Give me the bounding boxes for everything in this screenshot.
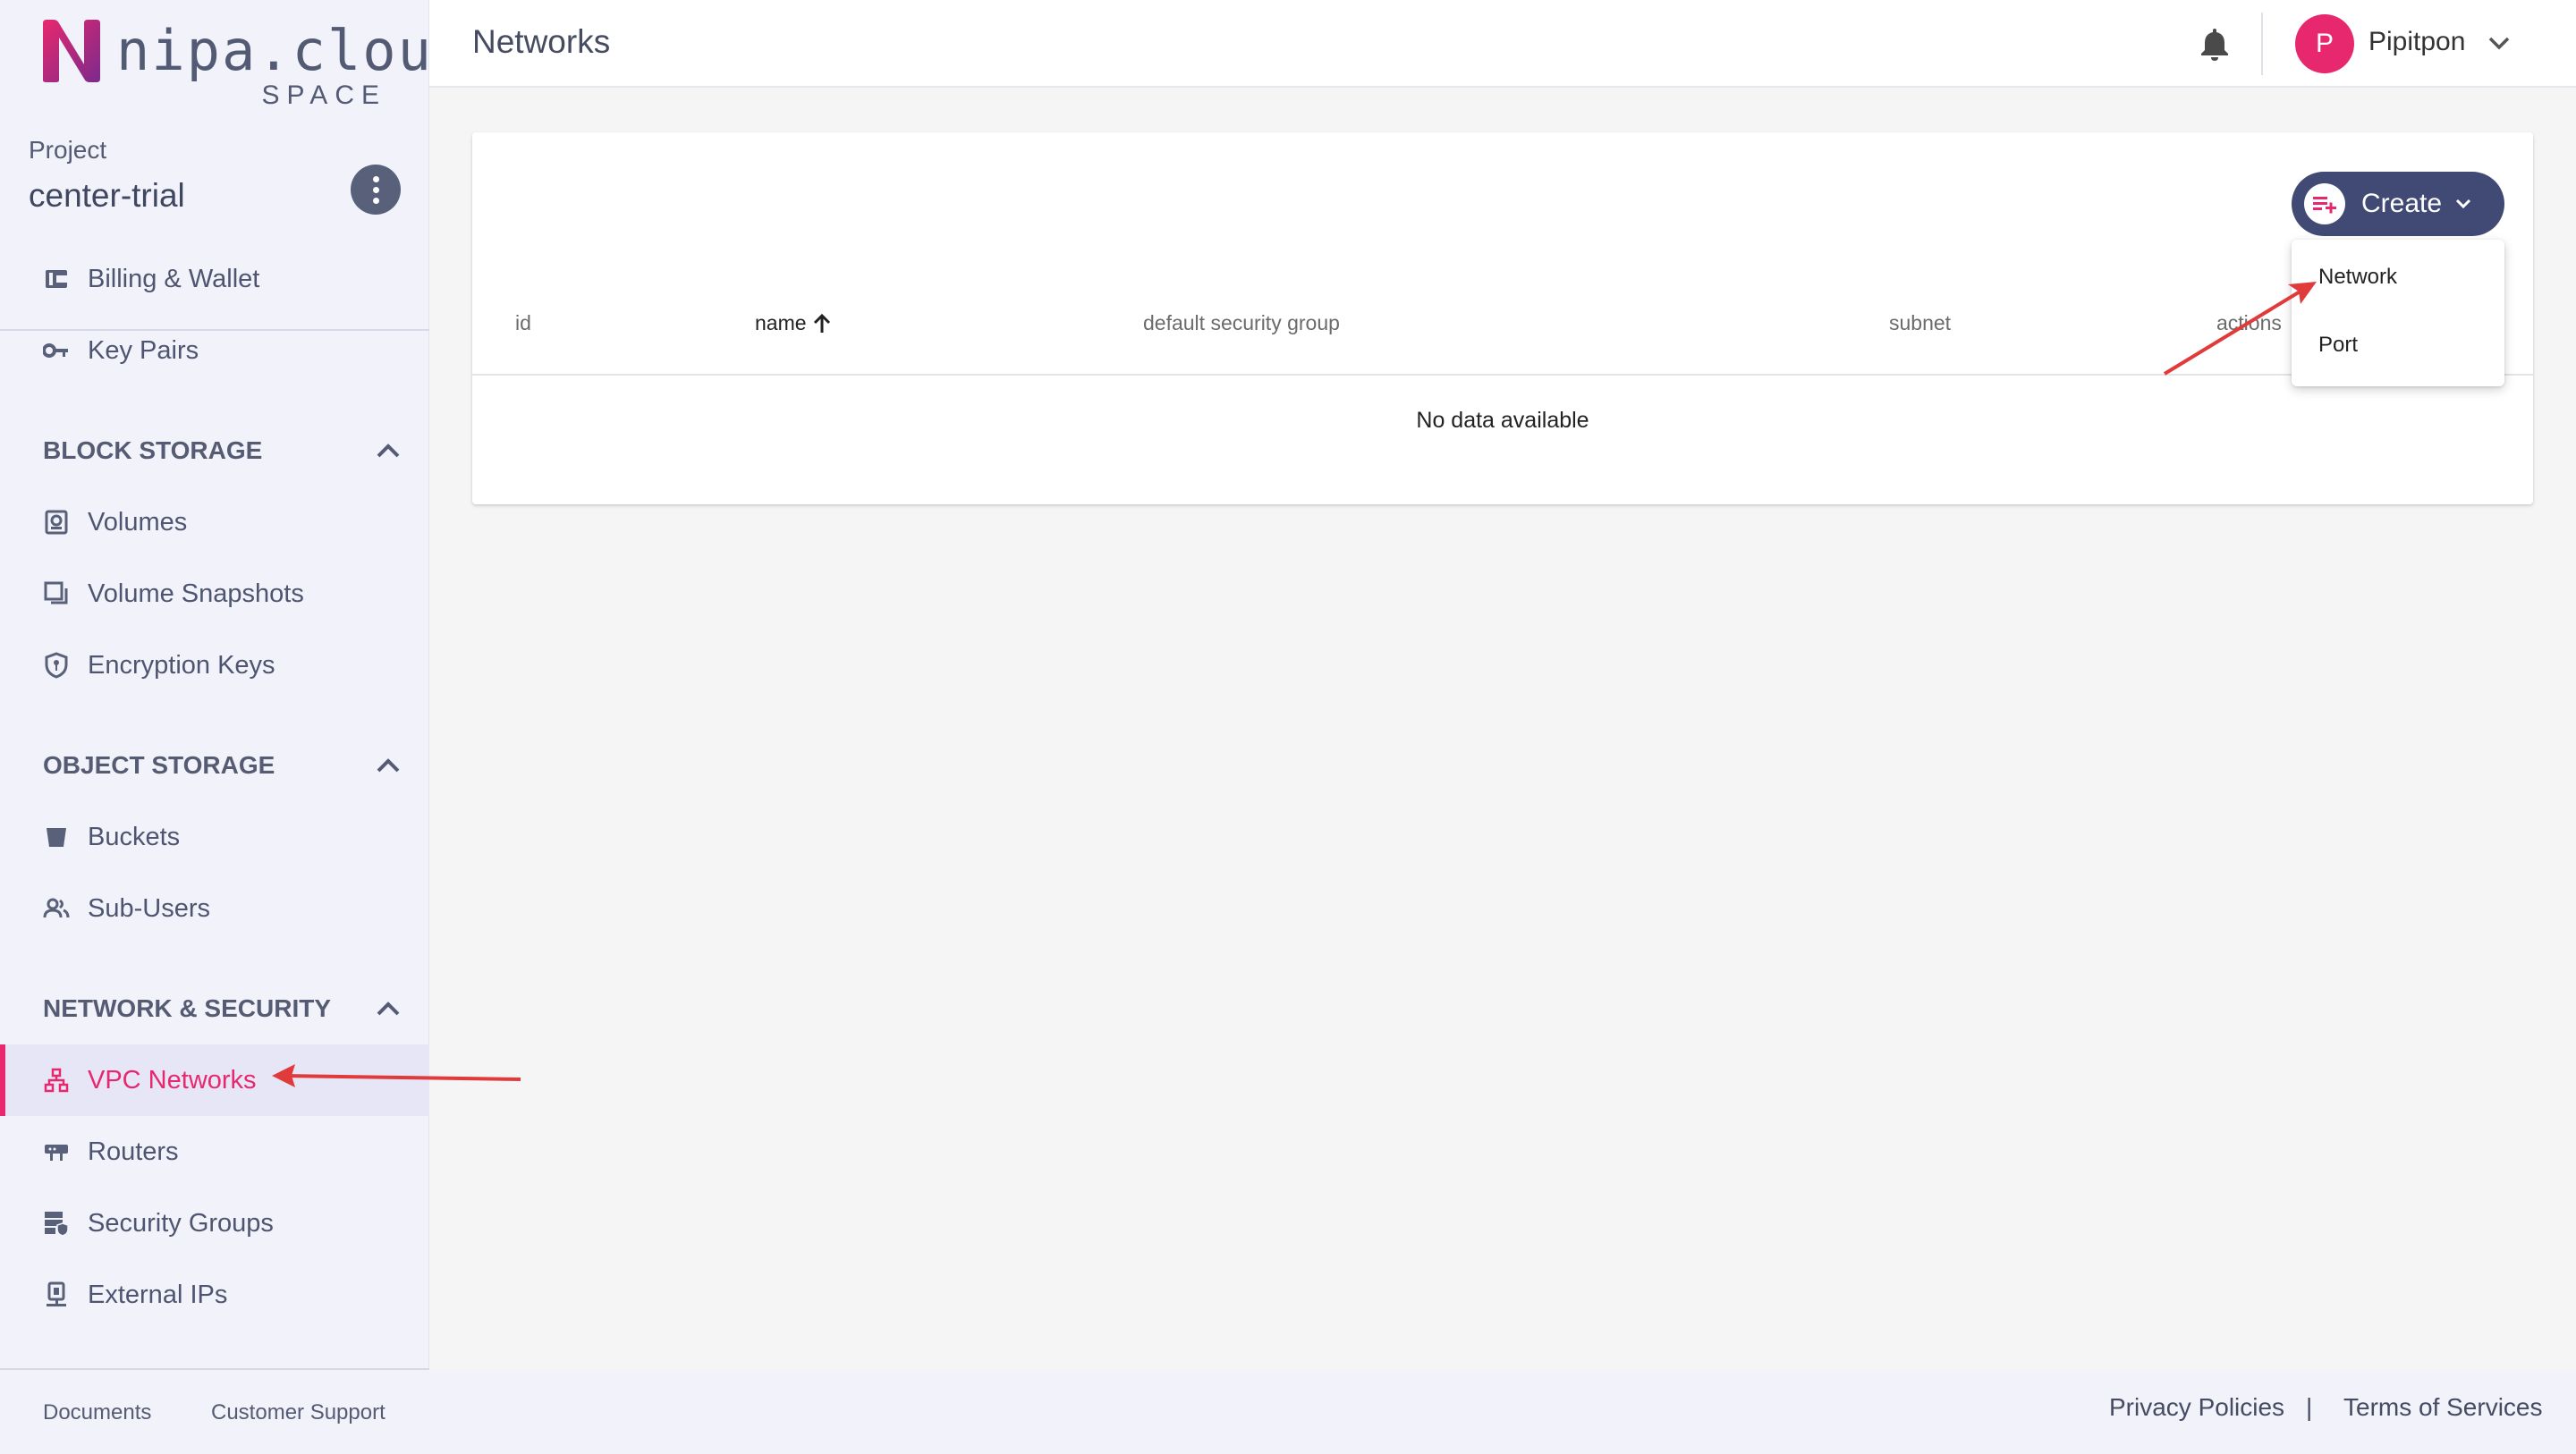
sidebar-footer: Documents Customer Support: [0, 1368, 429, 1454]
arrow-up-icon: [813, 313, 830, 333]
privacy-policies-link[interactable]: Privacy Policies: [2109, 1393, 2284, 1422]
terms-of-services-link[interactable]: Terms of Services: [2343, 1393, 2543, 1422]
section-title: OBJECT STORAGE: [43, 751, 275, 779]
top-bar: Networks P Pipitpon: [429, 0, 2576, 88]
sidebar-item-security-groups[interactable]: Security Groups: [0, 1188, 429, 1259]
menu-item-port[interactable]: Port: [2318, 333, 2358, 358]
chevron-up-icon: [377, 444, 400, 458]
create-label: Create: [2361, 189, 2443, 218]
router-icon: [43, 1138, 70, 1165]
documents-link[interactable]: Documents: [43, 1400, 151, 1425]
nipa-logo-icon: [43, 20, 100, 82]
page-title: Networks: [472, 23, 611, 60]
table-header-divider: [472, 374, 2533, 376]
dot-icon: [372, 175, 379, 182]
external-ip-icon: [43, 1281, 70, 1308]
section-title: BLOCK STORAGE: [43, 436, 263, 464]
dot-icon: [372, 186, 379, 193]
sidebar-item-key-pairs[interactable]: Key Pairs: [0, 315, 429, 386]
section-block-storage[interactable]: BLOCK STORAGE: [43, 436, 401, 465]
sidebar-item-billing-wallet[interactable]: Billing & Wallet: [0, 243, 429, 315]
bucket-icon: [43, 824, 70, 850]
sidebar-item-encryption-keys[interactable]: Encryption Keys: [0, 630, 429, 701]
sidebar: nipa.cloud SPACE Project center-trial Bi…: [0, 0, 466, 1368]
network-icon: [43, 1067, 70, 1094]
sidebar-item-buckets[interactable]: Buckets: [0, 801, 429, 873]
dot-icon: [372, 197, 379, 204]
sidebar-item-label: Encryption Keys: [88, 650, 275, 680]
bell-icon[interactable]: [2196, 25, 2233, 63]
sidebar-item-volume-snapshots[interactable]: Volume Snapshots: [0, 558, 429, 630]
key-icon: [43, 337, 70, 364]
column-header-name[interactable]: name: [755, 311, 832, 335]
project-info: Project center-trial: [29, 136, 185, 215]
brand-name: nipa.cloud: [116, 18, 469, 83]
sidebar-item-label: Billing & Wallet: [88, 264, 260, 293]
brand-sub: SPACE: [261, 80, 386, 110]
customer-support-link[interactable]: Customer Support: [211, 1400, 386, 1425]
sidebar-item-label: External IPs: [88, 1280, 228, 1309]
playlist-add-icon: [2304, 183, 2345, 224]
sidebar-item-label: Volumes: [88, 507, 188, 537]
column-header-actions: actions: [2216, 311, 2282, 334]
sidebar-item-vpc-networks[interactable]: VPC Networks: [0, 1044, 429, 1116]
brand-logo[interactable]: nipa.cloud SPACE: [39, 18, 466, 110]
footer: Privacy Policies | Terms of Services: [429, 1370, 2576, 1454]
shield-key-icon: [43, 652, 70, 679]
chevron-up-icon: [377, 1002, 400, 1016]
column-header-subnet[interactable]: subnet: [1889, 311, 1951, 335]
column-header-default-security-group[interactable]: default security group: [1143, 311, 1340, 335]
users-icon: [43, 895, 70, 922]
empty-state: No data available: [1416, 408, 1589, 433]
wallet-icon: [43, 266, 70, 292]
sidebar-item-label: Sub-Users: [88, 893, 210, 923]
sidebar-item-label: Buckets: [88, 822, 181, 851]
chevron-up-icon: [377, 758, 400, 773]
column-header-id[interactable]: id: [515, 311, 531, 335]
create-dropdown-menu: Network Port: [2292, 240, 2504, 386]
sidebar-item-volumes[interactable]: Volumes: [0, 486, 429, 558]
networks-table-card: Create id name default security group su…: [472, 132, 2533, 504]
user-name[interactable]: Pipitpon: [2368, 27, 2465, 57]
create-button[interactable]: Create: [2292, 172, 2504, 236]
sidebar-item-external-ips[interactable]: External IPs: [0, 1259, 429, 1331]
footer-separator: |: [2306, 1393, 2313, 1421]
security-group-icon: [43, 1210, 70, 1237]
project-label: Project: [29, 136, 107, 164]
sidebar-item-routers[interactable]: Routers: [0, 1116, 429, 1188]
sidebar-item-label: Routers: [88, 1137, 179, 1166]
top-divider: [2261, 13, 2263, 75]
chevron-down-icon[interactable]: [2487, 34, 2512, 52]
volume-icon: [43, 509, 70, 536]
avatar[interactable]: P: [2295, 14, 2354, 73]
sidebar-item-label: Volume Snapshots: [88, 579, 304, 608]
sidebar-item-label: VPC Networks: [88, 1065, 257, 1095]
sidebar-item-label: Key Pairs: [88, 335, 199, 365]
section-object-storage[interactable]: OBJECT STORAGE: [43, 751, 401, 780]
section-network-security[interactable]: NETWORK & SECURITY: [43, 994, 401, 1023]
project-menu-button[interactable]: [351, 165, 401, 215]
sidebar-item-label: Security Groups: [88, 1208, 274, 1238]
column-header-label: name: [755, 311, 807, 334]
project-name: center-trial: [29, 177, 185, 214]
sidebar-item-sub-users[interactable]: Sub-Users: [0, 873, 429, 944]
section-title: NETWORK & SECURITY: [43, 994, 331, 1022]
chevron-down-icon: [2455, 199, 2471, 209]
snapshot-icon: [43, 580, 70, 607]
menu-item-network[interactable]: Network: [2318, 265, 2397, 290]
